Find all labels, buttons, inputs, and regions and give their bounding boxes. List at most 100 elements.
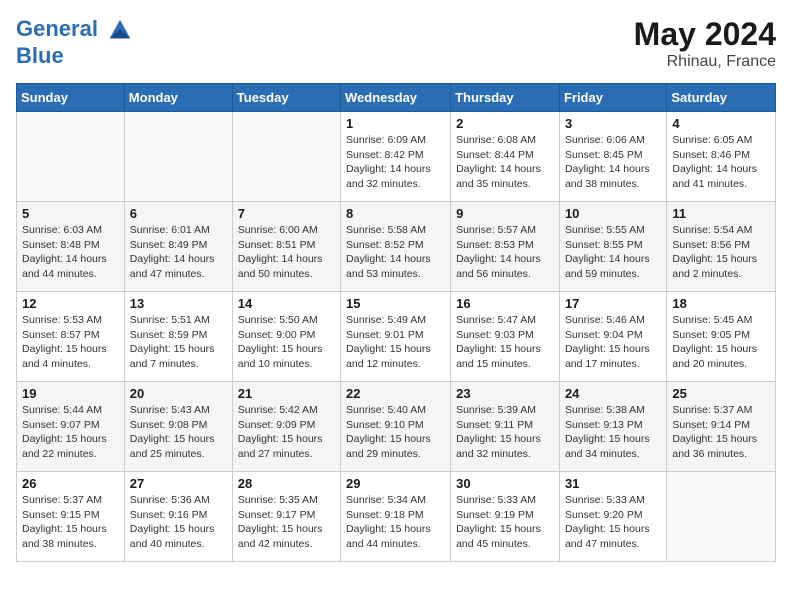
day-number: 21	[238, 386, 335, 401]
calendar-cell	[17, 112, 125, 202]
day-number: 11	[672, 206, 770, 221]
calendar-cell: 6 Sunrise: 6:01 AM Sunset: 8:49 PM Daylig…	[124, 202, 232, 292]
calendar-cell: 2 Sunrise: 6:08 AM Sunset: 8:44 PM Daylig…	[451, 112, 560, 202]
day-info: Sunrise: 6:06 AM Sunset: 8:45 PM Dayligh…	[565, 133, 661, 192]
day-number: 20	[130, 386, 227, 401]
day-number: 6	[130, 206, 227, 221]
calendar-week-row: 26 Sunrise: 5:37 AM Sunset: 9:15 PM Dayli…	[17, 472, 776, 562]
calendar-cell: 8 Sunrise: 5:58 AM Sunset: 8:52 PM Daylig…	[341, 202, 451, 292]
day-info: Sunrise: 5:45 AM Sunset: 9:05 PM Dayligh…	[672, 313, 770, 372]
calendar-cell: 10Sunrise: 5:55 AM Sunset: 8:55 PM Dayli…	[559, 202, 666, 292]
weekday-header: Wednesday	[341, 84, 451, 112]
weekday-header: Sunday	[17, 84, 125, 112]
calendar-table: SundayMondayTuesdayWednesdayThursdayFrid…	[16, 83, 776, 562]
day-number: 29	[346, 476, 445, 491]
calendar-cell	[232, 112, 340, 202]
header-row: SundayMondayTuesdayWednesdayThursdayFrid…	[17, 84, 776, 112]
day-info: Sunrise: 5:37 AM Sunset: 9:15 PM Dayligh…	[22, 493, 119, 552]
day-info: Sunrise: 6:03 AM Sunset: 8:48 PM Dayligh…	[22, 223, 119, 282]
day-number: 4	[672, 116, 770, 131]
day-number: 25	[672, 386, 770, 401]
logo-text2: Blue	[16, 44, 134, 68]
calendar-cell: 27Sunrise: 5:36 AM Sunset: 9:16 PM Dayli…	[124, 472, 232, 562]
day-info: Sunrise: 5:33 AM Sunset: 9:20 PM Dayligh…	[565, 493, 661, 552]
calendar-week-row: 1Sunrise: 6:09 AM Sunset: 8:42 PM Daylig…	[17, 112, 776, 202]
calendar-week-row: 5 Sunrise: 6:03 AM Sunset: 8:48 PM Daylig…	[17, 202, 776, 292]
day-info: Sunrise: 5:46 AM Sunset: 9:04 PM Dayligh…	[565, 313, 661, 372]
calendar-cell: 4Sunrise: 6:05 AM Sunset: 8:46 PM Daylig…	[667, 112, 776, 202]
calendar-cell: 24Sunrise: 5:38 AM Sunset: 9:13 PM Dayli…	[559, 382, 666, 472]
calendar-week-row: 12 Sunrise: 5:53 AM Sunset: 8:57 PM Dayli…	[17, 292, 776, 382]
day-number: 31	[565, 476, 661, 491]
page-header: General Blue May 2024 Rhinau, France	[16, 16, 776, 71]
calendar-cell: 12 Sunrise: 5:53 AM Sunset: 8:57 PM Dayli…	[17, 292, 125, 382]
day-number: 22	[346, 386, 445, 401]
day-number: 30	[456, 476, 554, 491]
day-info: Sunrise: 5:49 AM Sunset: 9:01 PM Dayligh…	[346, 313, 445, 372]
day-number: 2	[456, 116, 554, 131]
day-number: 24	[565, 386, 661, 401]
calendar-cell: 15Sunrise: 5:49 AM Sunset: 9:01 PM Dayli…	[341, 292, 451, 382]
day-number: 10	[565, 206, 661, 221]
day-info: Sunrise: 5:42 AM Sunset: 9:09 PM Dayligh…	[238, 403, 335, 462]
calendar-cell: 1Sunrise: 6:09 AM Sunset: 8:42 PM Daylig…	[341, 112, 451, 202]
calendar-cell: 7 Sunrise: 6:00 AM Sunset: 8:51 PM Daylig…	[232, 202, 340, 292]
month-year: May 2024	[634, 16, 776, 53]
day-number: 28	[238, 476, 335, 491]
day-info: Sunrise: 5:53 AM Sunset: 8:57 PM Dayligh…	[22, 313, 119, 372]
weekday-header: Tuesday	[232, 84, 340, 112]
calendar-cell: 18 Sunrise: 5:45 AM Sunset: 9:05 PM Dayli…	[667, 292, 776, 382]
calendar-week-row: 19Sunrise: 5:44 AM Sunset: 9:07 PM Dayli…	[17, 382, 776, 472]
calendar-cell: 9 Sunrise: 5:57 AM Sunset: 8:53 PM Daylig…	[451, 202, 560, 292]
day-info: Sunrise: 5:54 AM Sunset: 8:56 PM Dayligh…	[672, 223, 770, 282]
day-number: 16	[456, 296, 554, 311]
day-info: Sunrise: 5:57 AM Sunset: 8:53 PM Dayligh…	[456, 223, 554, 282]
calendar-cell: 23Sunrise: 5:39 AM Sunset: 9:11 PM Dayli…	[451, 382, 560, 472]
weekday-header: Friday	[559, 84, 666, 112]
day-info: Sunrise: 5:43 AM Sunset: 9:08 PM Dayligh…	[130, 403, 227, 462]
calendar-cell: 29 Sunrise: 5:34 AM Sunset: 9:18 PM Dayli…	[341, 472, 451, 562]
weekday-header: Saturday	[667, 84, 776, 112]
day-info: Sunrise: 6:00 AM Sunset: 8:51 PM Dayligh…	[238, 223, 335, 282]
calendar-cell: 26 Sunrise: 5:37 AM Sunset: 9:15 PM Dayli…	[17, 472, 125, 562]
day-info: Sunrise: 5:47 AM Sunset: 9:03 PM Dayligh…	[456, 313, 554, 372]
calendar-cell: 3 Sunrise: 6:06 AM Sunset: 8:45 PM Daylig…	[559, 112, 666, 202]
calendar-cell: 14Sunrise: 5:50 AM Sunset: 9:00 PM Dayli…	[232, 292, 340, 382]
day-info: Sunrise: 5:40 AM Sunset: 9:10 PM Dayligh…	[346, 403, 445, 462]
day-number: 5	[22, 206, 119, 221]
day-info: Sunrise: 5:44 AM Sunset: 9:07 PM Dayligh…	[22, 403, 119, 462]
calendar-cell: 25Sunrise: 5:37 AM Sunset: 9:14 PM Dayli…	[667, 382, 776, 472]
day-number: 8	[346, 206, 445, 221]
calendar-cell: 20 Sunrise: 5:43 AM Sunset: 9:08 PM Dayli…	[124, 382, 232, 472]
day-info: Sunrise: 5:35 AM Sunset: 9:17 PM Dayligh…	[238, 493, 335, 552]
logo-text: General	[16, 16, 134, 44]
calendar-cell: 21 Sunrise: 5:42 AM Sunset: 9:09 PM Dayli…	[232, 382, 340, 472]
calendar-cell	[667, 472, 776, 562]
day-number: 13	[130, 296, 227, 311]
day-number: 7	[238, 206, 335, 221]
day-number: 3	[565, 116, 661, 131]
title-block: May 2024 Rhinau, France	[634, 16, 776, 71]
calendar-cell: 30 Sunrise: 5:33 AM Sunset: 9:19 PM Dayli…	[451, 472, 560, 562]
location: Rhinau, France	[634, 53, 776, 71]
calendar-cell: 16 Sunrise: 5:47 AM Sunset: 9:03 PM Dayli…	[451, 292, 560, 382]
day-info: Sunrise: 5:36 AM Sunset: 9:16 PM Dayligh…	[130, 493, 227, 552]
day-info: Sunrise: 6:01 AM Sunset: 8:49 PM Dayligh…	[130, 223, 227, 282]
day-number: 14	[238, 296, 335, 311]
day-info: Sunrise: 6:09 AM Sunset: 8:42 PM Dayligh…	[346, 133, 445, 192]
calendar-cell	[124, 112, 232, 202]
day-number: 9	[456, 206, 554, 221]
day-number: 18	[672, 296, 770, 311]
day-info: Sunrise: 6:08 AM Sunset: 8:44 PM Dayligh…	[456, 133, 554, 192]
day-number: 23	[456, 386, 554, 401]
day-info: Sunrise: 5:33 AM Sunset: 9:19 PM Dayligh…	[456, 493, 554, 552]
calendar-header: SundayMondayTuesdayWednesdayThursdayFrid…	[17, 84, 776, 112]
calendar-cell: 11 Sunrise: 5:54 AM Sunset: 8:56 PM Dayli…	[667, 202, 776, 292]
day-info: Sunrise: 5:58 AM Sunset: 8:52 PM Dayligh…	[346, 223, 445, 282]
day-number: 26	[22, 476, 119, 491]
weekday-header: Monday	[124, 84, 232, 112]
day-number: 12	[22, 296, 119, 311]
day-info: Sunrise: 5:34 AM Sunset: 9:18 PM Dayligh…	[346, 493, 445, 552]
calendar-cell: 5 Sunrise: 6:03 AM Sunset: 8:48 PM Daylig…	[17, 202, 125, 292]
calendar-body: 1Sunrise: 6:09 AM Sunset: 8:42 PM Daylig…	[17, 112, 776, 562]
